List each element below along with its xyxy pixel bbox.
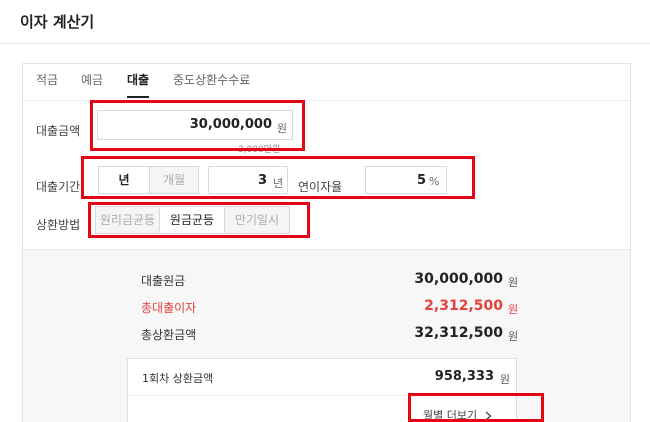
principal-value: 30,000,000	[414, 271, 503, 287]
tab-loan[interactable]: 대출	[127, 72, 150, 98]
highlight-loan-amount	[90, 100, 305, 151]
first-payment-value: 958,333	[434, 369, 494, 384]
total-repayment-label: 총상환금액	[141, 328, 197, 342]
tab-bar: 적금 예금 대출 중도상환수수료	[23, 64, 630, 100]
first-payment-unit: 원	[499, 373, 510, 386]
highlight-repayment	[88, 202, 310, 238]
total-interest-label: 총대출이자	[141, 301, 197, 315]
total-interest-unit: 원	[508, 303, 519, 316]
header: 이자 계산기	[0, 0, 650, 44]
loan-amount-label: 대출금액	[36, 124, 81, 138]
loan-term-label: 대출기간	[36, 180, 81, 194]
highlight-monthly-more	[408, 393, 544, 422]
total-repayment-unit: 원	[508, 330, 519, 343]
tab-prepayment-fee[interactable]: 중도상환수수료	[173, 72, 250, 98]
principal-unit: 원	[508, 276, 519, 289]
calculator-panel: 적금 예금 대출 중도상환수수료 대출금액 30,000,000 원 3,000…	[22, 63, 631, 422]
first-payment-label: 1회차 상환금액	[142, 372, 214, 385]
principal-label: 대출원금	[141, 274, 186, 288]
total-interest-value: 2,312,500	[424, 298, 503, 314]
tab-deposit[interactable]: 예금	[81, 72, 103, 98]
repayment-label: 상환방법	[36, 218, 81, 232]
highlight-term-rate	[81, 156, 475, 199]
page-title: 이자 계산기	[20, 13, 95, 31]
interest-calculator: 이자 계산기 적금 예금 대출 중도상환수수료 대출금액 30,000,000 …	[0, 0, 650, 422]
tab-savings[interactable]: 적금	[36, 72, 58, 98]
total-repayment-value: 32,312,500	[414, 325, 503, 341]
